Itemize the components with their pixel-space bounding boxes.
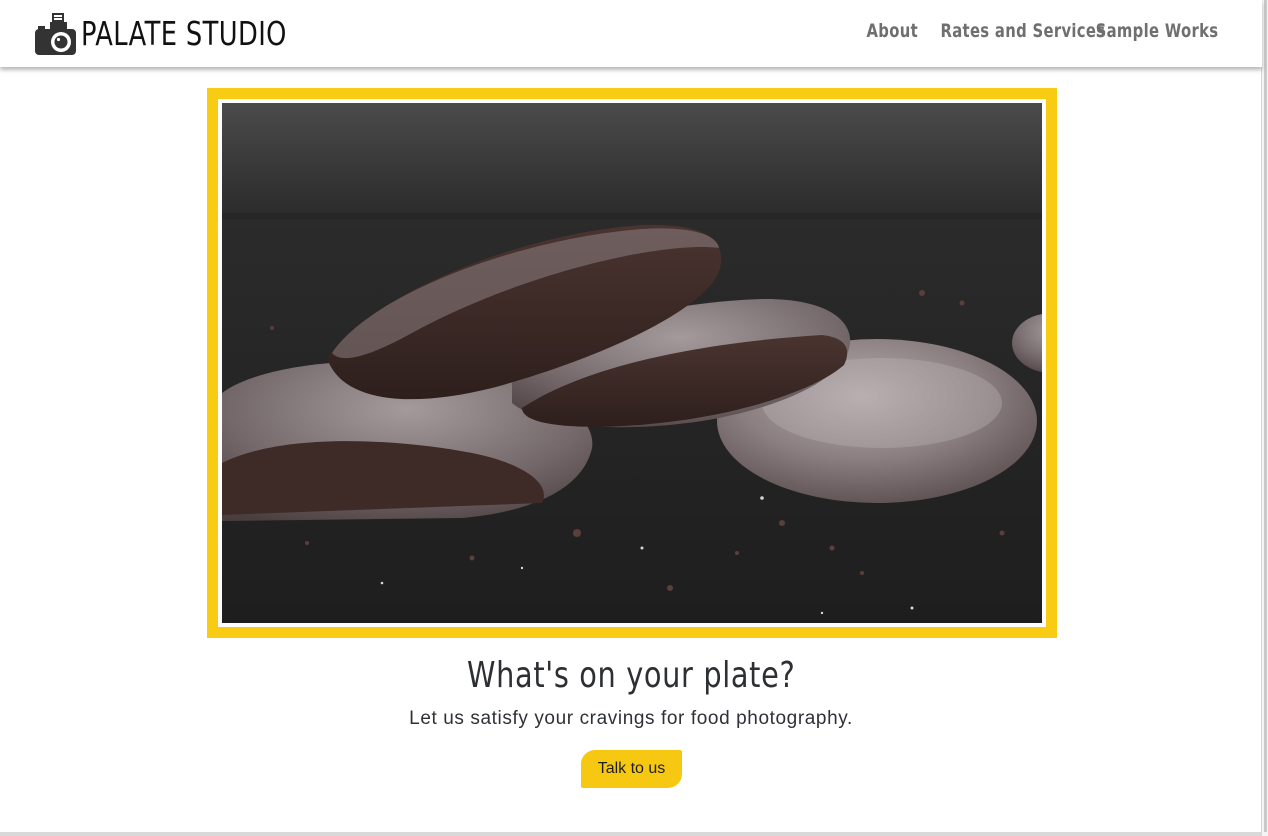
brand-name: PALATE STUDIO <box>81 14 287 53</box>
tagline: Let us satisfy your cravings for food ph… <box>409 708 853 729</box>
hero-frame <box>207 88 1057 638</box>
camera-icon <box>35 13 76 55</box>
headline: What's on your plate? <box>0 655 1262 696</box>
nav-link-sample-works[interactable]: Sample Works <box>1095 20 1218 42</box>
headline-text: What's on your plate? <box>466 655 796 696</box>
nav-link-about[interactable]: About <box>867 20 918 42</box>
nav-link-rates-and-services[interactable]: Rates and Services <box>941 20 1106 42</box>
navbar: PALATE STUDIO About Rates and Services S… <box>0 0 1262 67</box>
vertical-scrollbar[interactable] <box>1261 0 1268 836</box>
page-bottom-edge <box>0 832 1262 836</box>
page: PALATE STUDIO About Rates and Services S… <box>0 0 1268 836</box>
hero-mat <box>218 99 1046 627</box>
main-nav: About Rates and Services Sample Works <box>852 20 1218 42</box>
brand-logo-link[interactable]: PALATE STUDIO <box>34 11 345 57</box>
talk-to-us-button[interactable]: Talk to us <box>581 750 682 788</box>
scrollbar-thumb[interactable] <box>1264 0 1267 832</box>
hero-photo <box>222 103 1042 623</box>
